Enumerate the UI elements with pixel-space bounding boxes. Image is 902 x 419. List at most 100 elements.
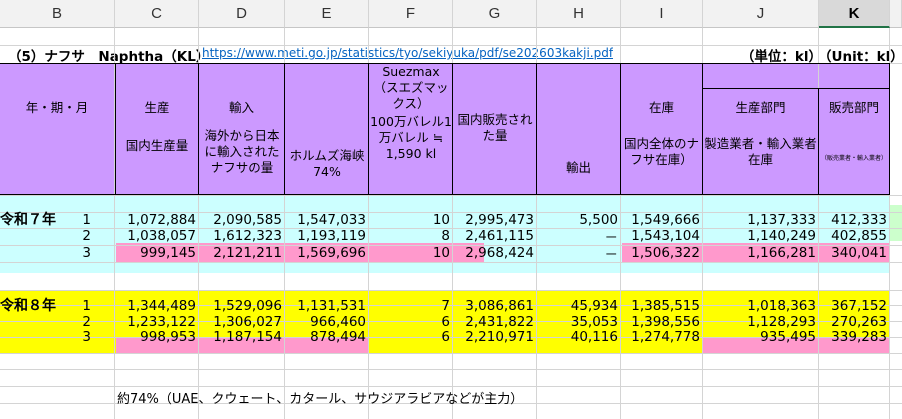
exports-cell[interactable]: 40,116 <box>537 329 621 345</box>
header-period: 年・期・月 <box>25 100 89 115</box>
suezmax-cell[interactable]: 6 <box>369 314 453 330</box>
spreadsheet-grid[interactable]: BCDEFGHIJK （5）ナフサ Naphtha（KL） https://ww… <box>0 0 902 419</box>
header-imports: 輸入 <box>228 100 254 115</box>
producer-cell[interactable]: 1,018,363 <box>703 298 819 314</box>
production-cell[interactable]: 1,038,057 <box>116 228 199 244</box>
hormuz-cell[interactable]: 1,547,033 <box>285 212 369 228</box>
producer-cell[interactable]: 1,140,249 <box>703 228 819 244</box>
month-cell[interactable]: 1 <box>64 212 94 228</box>
production-cell[interactable]: 1,072,884 <box>116 212 199 228</box>
production-cell[interactable]: 1,344,489 <box>116 298 199 314</box>
sales-cell[interactable]: 340,041 <box>819 245 890 261</box>
production-cell[interactable]: 999,145 <box>116 245 199 261</box>
suezmax-cell[interactable]: 6 <box>369 329 453 345</box>
hormuz-cell[interactable]: 1,131,531 <box>285 298 369 314</box>
sales-cell[interactable]: 412,333 <box>819 212 890 228</box>
grid-line-horizontal <box>0 262 902 263</box>
header-production: 生産 <box>144 100 170 115</box>
sales-cell[interactable]: 402,855 <box>819 228 890 244</box>
header-suezmax: Suezmax（スエズマックス） <box>373 64 449 111</box>
header-production-sub: 国内生産量 <box>125 138 189 153</box>
month-cell[interactable]: 1 <box>64 298 94 314</box>
grid-line-horizontal <box>0 290 902 291</box>
domestic-cell[interactable]: 2,968,424 <box>453 245 537 261</box>
header-hormuz: ホルムズ海峡 74% <box>289 148 367 179</box>
inventory-cell[interactable]: 1,274,778 <box>621 329 703 345</box>
domestic-cell[interactable]: 2,431,822 <box>453 314 537 330</box>
producer-cell[interactable]: 1,128,293 <box>703 314 819 330</box>
producer-cell[interactable]: 1,137,333 <box>703 212 819 228</box>
grid-line-horizontal <box>0 195 902 196</box>
header-exports: 輸出 <box>565 160 591 175</box>
domestic-cell[interactable]: 2,210,971 <box>453 329 537 345</box>
group1-side-highlight <box>890 205 902 241</box>
header-inventory-sub: 国内全体のナフサ在庫） <box>623 136 699 167</box>
header-suezmax-sub: 100万バレル1万バレル ≒ 1,590 kl <box>370 114 452 161</box>
hormuz-cell[interactable]: 966,460 <box>285 314 369 330</box>
footnote: 約74%（UAE、クウェート、カタール、サウジアラビアなどが主力） <box>117 392 524 406</box>
production-cell[interactable]: 998,953 <box>116 329 199 345</box>
inventory-cell[interactable]: 1,398,556 <box>621 314 703 330</box>
grid-line-horizontal <box>0 45 902 46</box>
grid-line-horizontal <box>0 386 902 387</box>
month-cell[interactable]: 3 <box>64 245 94 261</box>
era-label: 令和７年 <box>0 212 56 228</box>
exports-cell[interactable]: － <box>537 228 621 244</box>
column-header-k[interactable]: K <box>819 0 890 28</box>
producer-cell[interactable]: 935,495 <box>703 329 819 345</box>
hormuz-cell[interactable]: 878,494 <box>285 329 369 345</box>
header-domestic-sales: 国内販売された量 <box>457 112 533 143</box>
imports-cell[interactable]: 1,529,096 <box>199 298 285 314</box>
inventory-cell[interactable]: 1,543,104 <box>621 228 703 244</box>
column-header-j[interactable]: J <box>703 0 819 28</box>
producer-cell[interactable]: 1,166,281 <box>703 245 819 261</box>
suezmax-cell[interactable]: 7 <box>369 298 453 314</box>
inventory-cell[interactable]: 1,506,322 <box>621 245 703 261</box>
unit-jp-label: （単位：kl） <box>740 49 822 63</box>
production-cell[interactable]: 1,233,122 <box>116 314 199 330</box>
header-imports-sub: 海外から日本に輸入されたナフサの量 <box>204 128 280 175</box>
domestic-cell[interactable]: 2,461,115 <box>453 228 537 244</box>
column-header-g[interactable]: G <box>453 0 537 28</box>
inventory-cell[interactable]: 1,549,666 <box>621 212 703 228</box>
month-cell[interactable]: 2 <box>64 228 94 244</box>
hormuz-cell[interactable]: 1,569,696 <box>285 245 369 261</box>
exports-cell[interactable]: 35,053 <box>537 314 621 330</box>
domestic-cell[interactable]: 2,995,473 <box>453 212 537 228</box>
column-header-b[interactable]: B <box>0 0 115 28</box>
column-header-e[interactable]: E <box>285 0 369 28</box>
column-header-i[interactable]: I <box>621 0 703 28</box>
imports-cell[interactable]: 1,187,154 <box>199 329 285 345</box>
sales-cell[interactable]: 339,283 <box>819 329 890 345</box>
domestic-cell[interactable]: 3,086,861 <box>453 298 537 314</box>
sheet-title: （5）ナフサ Naphtha（KL） <box>8 49 210 63</box>
header-inventory: 在庫 <box>648 100 674 115</box>
imports-cell[interactable]: 2,090,585 <box>199 212 285 228</box>
exports-cell[interactable]: － <box>537 245 621 261</box>
month-cell[interactable]: 3 <box>64 329 94 345</box>
suezmax-cell[interactable]: 10 <box>369 245 453 261</box>
imports-cell[interactable]: 2,121,211 <box>199 245 285 261</box>
column-header-f[interactable]: F <box>369 0 453 28</box>
imports-cell[interactable]: 1,612,323 <box>199 228 285 244</box>
grid-line-horizontal <box>0 353 902 354</box>
column-header-overflow[interactable] <box>890 0 902 28</box>
header-producer-sub: 製造業者・輸入業者 在庫 <box>704 136 817 167</box>
sales-cell[interactable]: 270,263 <box>819 314 890 330</box>
header-sales-dept-sub: （販売業者・輸入業者） <box>820 155 887 162</box>
column-header-h[interactable]: H <box>537 0 621 28</box>
header-producer: 生産部門 <box>735 100 786 115</box>
exports-cell[interactable]: 5,500 <box>537 212 621 228</box>
imports-cell[interactable]: 1,306,027 <box>199 314 285 330</box>
suezmax-cell[interactable]: 10 <box>369 212 453 228</box>
column-header-d[interactable]: D <box>199 0 285 28</box>
hormuz-cell[interactable]: 1,193,119 <box>285 228 369 244</box>
sales-cell[interactable]: 367,152 <box>819 298 890 314</box>
column-header-c[interactable]: C <box>115 0 199 28</box>
month-cell[interactable]: 2 <box>64 314 94 330</box>
source-link[interactable]: https://www.meti.go.jp/statistics/tyo/se… <box>202 46 613 64</box>
grid-line-horizontal <box>0 369 902 370</box>
inventory-cell[interactable]: 1,385,515 <box>621 298 703 314</box>
suezmax-cell[interactable]: 8 <box>369 228 453 244</box>
exports-cell[interactable]: 45,934 <box>537 298 621 314</box>
